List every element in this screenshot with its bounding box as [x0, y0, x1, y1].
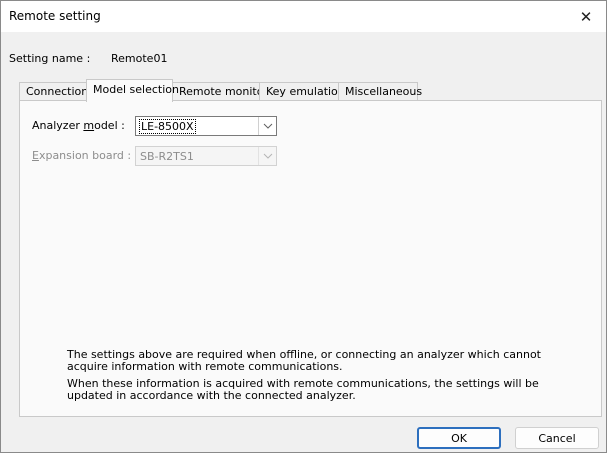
analyzer-model-value: LE-8500X [139, 119, 196, 134]
update-note: When these information is acquired with … [67, 377, 539, 402]
analyzer-model-label: Analyzer model : [32, 119, 125, 132]
tab-key-emulation[interactable]: Key emulation [259, 82, 345, 101]
analyzer-model-dropdown[interactable]: LE-8500X [135, 116, 277, 136]
expansion-board-label: Expansion board : [32, 149, 132, 162]
expansion-board-dropdown: SB-R2TS1 [135, 146, 277, 166]
tab-remote-monitor[interactable]: Remote monitor [172, 82, 268, 101]
tab-connection[interactable]: Connection [19, 82, 88, 101]
title-bar: Remote setting ✕ [1, 1, 606, 32]
tab-miscellaneous[interactable]: Miscellaneous [338, 82, 422, 101]
tab-model-selection[interactable]: Model selection [86, 79, 179, 102]
offline-note: The settings above are required when off… [67, 348, 541, 373]
remote-setting-dialog: Remote setting ✕ Setting name : Remote01… [0, 0, 607, 453]
close-icon[interactable]: ✕ [566, 1, 606, 32]
ok-button[interactable]: OK [417, 427, 501, 449]
cancel-button[interactable]: Cancel [515, 427, 599, 449]
setting-name-label: Setting name : [9, 52, 91, 65]
model-selection-panel: Analyzer model : LE-8500X Expansion boar… [19, 100, 602, 417]
chevron-down-icon[interactable] [258, 117, 276, 135]
setting-name-value: Remote01 [111, 52, 168, 65]
chevron-down-icon [258, 147, 276, 165]
expansion-board-value: SB-R2TS1 [140, 150, 194, 163]
window-title: Remote setting [9, 9, 101, 23]
